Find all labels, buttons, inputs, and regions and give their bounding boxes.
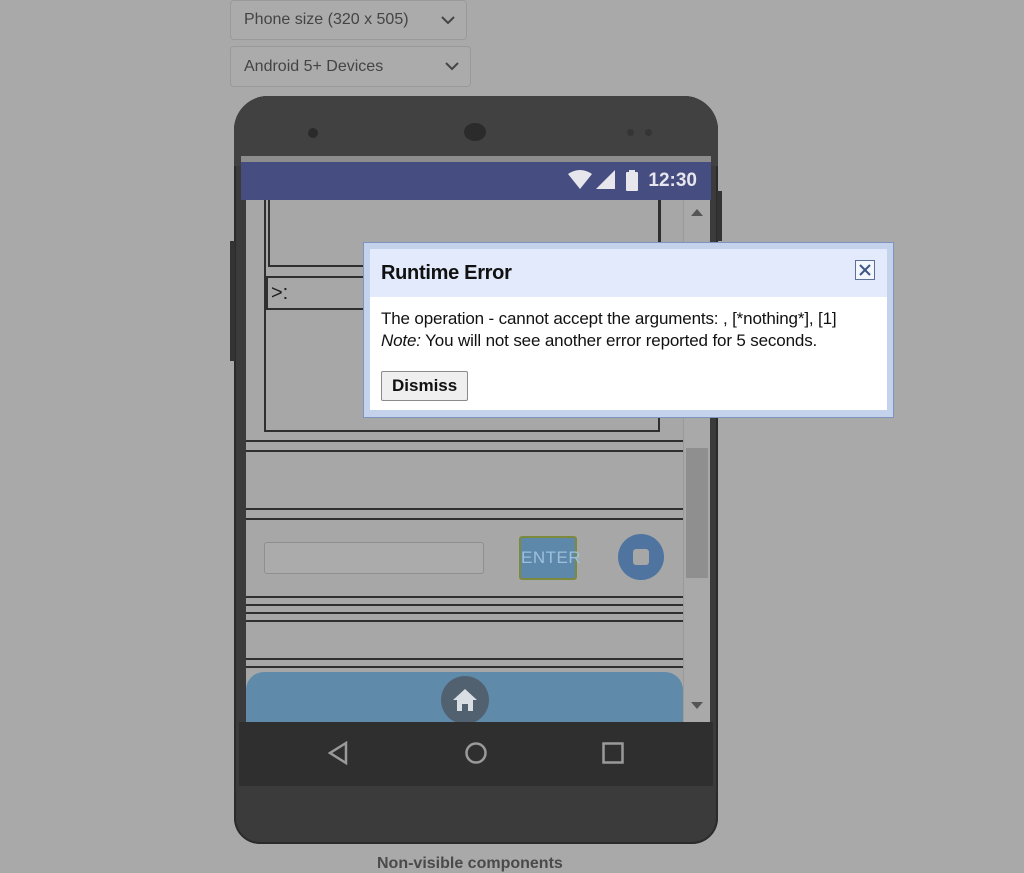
home-icon: [453, 689, 477, 711]
dismiss-button[interactable]: Dismiss: [381, 371, 469, 401]
divider: [246, 604, 683, 606]
divider: [246, 440, 683, 442]
sensor: [627, 129, 634, 136]
battery-icon: [626, 170, 638, 191]
divider: [246, 450, 683, 452]
close-icon: [859, 264, 871, 276]
status-bar: 12:30: [241, 162, 711, 200]
stop-icon: [633, 549, 649, 565]
wifi-icon: [568, 170, 592, 189]
divider: [246, 620, 683, 622]
recents-icon[interactable]: [601, 741, 625, 765]
dialog-header: Runtime Error: [370, 249, 887, 297]
error-note: Note: You will not see another error rep…: [381, 331, 817, 351]
command-input[interactable]: [264, 542, 484, 574]
divider: [246, 508, 683, 510]
divider: [246, 596, 683, 598]
divider: [246, 658, 683, 660]
dialog-title: Runtime Error: [381, 262, 512, 284]
device-value: Android 5+ Devices: [244, 57, 384, 75]
phone-size-value: Phone size (320 x 505): [244, 11, 409, 28]
divider: [246, 518, 683, 520]
phone-size-select[interactable]: Phone size (320 x 505): [230, 0, 467, 40]
scroll-down-icon: [691, 702, 703, 709]
sensor: [645, 129, 652, 136]
chevron-down-icon: [441, 16, 455, 25]
dialog-body: The operation - cannot accept the argume…: [370, 297, 887, 410]
chevron-down-icon: [445, 62, 459, 71]
front-camera: [308, 128, 318, 138]
divider: [246, 612, 683, 614]
enter-button[interactable]: ENTER: [519, 536, 581, 580]
home-button[interactable]: [441, 676, 489, 722]
status-time: 12:30: [648, 170, 697, 191]
signal-icon: [596, 170, 615, 189]
speaker-grille: [464, 123, 486, 141]
home-circle-icon[interactable]: [464, 741, 488, 765]
note-label: Note:: [381, 331, 421, 350]
phone-mockup: 12:30 >: ENTER: [230, 96, 722, 844]
volume-button: [717, 191, 722, 241]
scrollbar-thumb[interactable]: [686, 448, 708, 578]
scroll-up-icon: [691, 209, 703, 216]
close-button[interactable]: [855, 260, 875, 280]
stop-button[interactable]: [618, 534, 664, 580]
device-select[interactable]: Android 5+ Devices: [230, 46, 471, 87]
back-icon[interactable]: [327, 741, 349, 765]
nonvisible-components-heading: Non-visible components: [377, 855, 563, 872]
runtime-error-dialog: Runtime Error The operation - cannot acc…: [363, 242, 894, 418]
note-text: You will not see another error reported …: [425, 331, 818, 350]
android-nav-bar: [239, 722, 713, 786]
power-button: [230, 241, 235, 361]
divider: [246, 666, 683, 668]
error-message: The operation - cannot accept the argume…: [381, 309, 837, 328]
